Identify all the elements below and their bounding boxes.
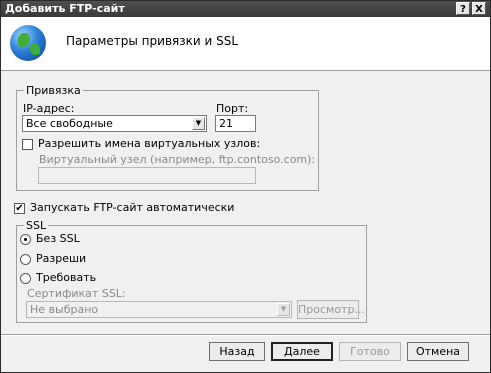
- chevron-down-icon[interactable]: ▼: [192, 117, 205, 130]
- next-button[interactable]: Далее: [271, 342, 333, 361]
- ssl-option-no-ssl: Без SSL: [36, 232, 80, 245]
- close-button[interactable]: X: [472, 2, 486, 15]
- page-title: Параметры привязки и SSL: [66, 34, 239, 48]
- ssl-certificate-label: Сертификат SSL:: [27, 287, 126, 300]
- virtual-host-input[interactable]: [38, 167, 256, 184]
- ssl-option-require: Требовать: [36, 271, 97, 284]
- port-label: Порт:: [216, 102, 249, 115]
- binding-legend: Привязка: [24, 84, 83, 97]
- cancel-button[interactable]: Отмена: [407, 342, 469, 361]
- ssl-legend: SSL: [24, 219, 49, 232]
- window-title: Добавить FTP-сайт: [5, 2, 125, 15]
- virtual-host-checkbox[interactable]: [22, 139, 33, 150]
- virtual-host-label: Виртуальный узел (например, ftp.contoso.…: [39, 153, 316, 166]
- port-input[interactable]: 21: [215, 115, 256, 132]
- ssl-certificate-value: Не выбрано: [30, 303, 99, 316]
- autostart-checkbox[interactable]: ✔: [14, 203, 25, 214]
- add-ftp-site-dialog: Добавить FTP-сайт ? X Параметры привязки…: [0, 0, 491, 373]
- chevron-down-icon[interactable]: ▼: [277, 303, 290, 316]
- ip-address-value: Все свободные: [26, 117, 113, 130]
- ssl-certificate-dropdown[interactable]: Не выбрано ▼: [26, 301, 292, 318]
- autostart-label: Запускать FTP-сайт автоматически: [30, 201, 235, 214]
- wizard-header: Параметры привязки и SSL: [1, 17, 490, 71]
- ssl-radio-no-ssl[interactable]: [20, 234, 31, 245]
- ssl-radio-require[interactable]: [20, 273, 31, 284]
- virtual-host-checkbox-label: Разрешить имена виртуальных узлов:: [38, 137, 261, 150]
- back-button[interactable]: Назад: [209, 342, 265, 361]
- globe-icon: [10, 25, 46, 61]
- ip-address-dropdown[interactable]: Все свободные ▼: [22, 115, 207, 132]
- ip-address-label: IP-адрес:: [23, 102, 75, 115]
- finish-button[interactable]: Готово: [339, 342, 401, 361]
- footer-divider: [1, 334, 490, 336]
- help-button[interactable]: ?: [456, 2, 470, 15]
- view-certificate-button[interactable]: Просмотр...: [297, 300, 365, 319]
- ssl-radio-allow[interactable]: [20, 254, 31, 265]
- title-bar[interactable]: Добавить FTP-сайт ? X: [1, 1, 490, 17]
- ssl-option-allow: Разреши: [36, 252, 87, 265]
